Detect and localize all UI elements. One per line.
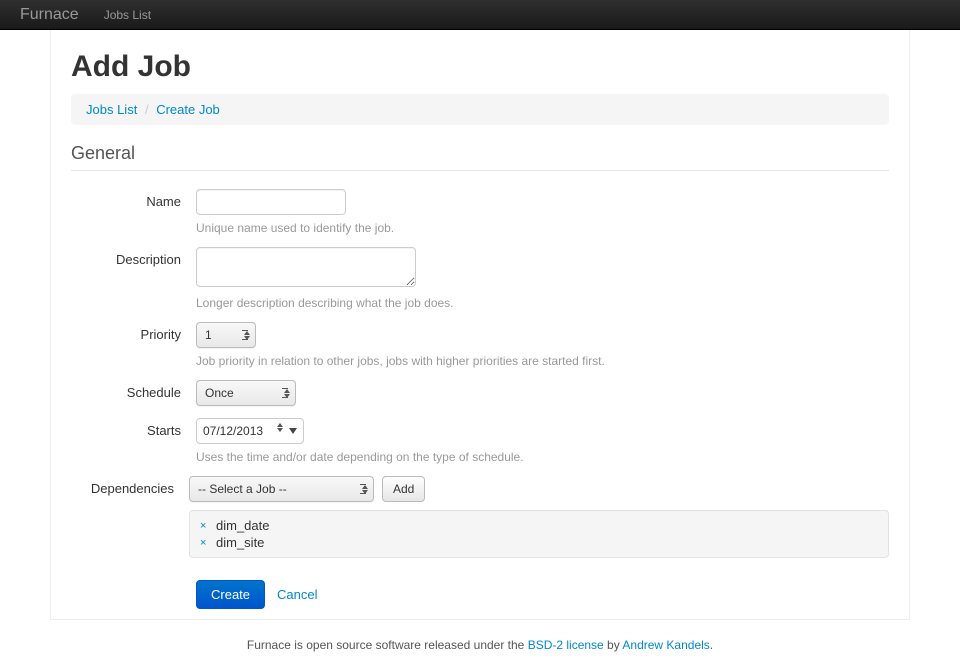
breadcrumb-separator: / [141,102,153,117]
label-starts: Starts [71,418,196,438]
schedule-value: Once [205,386,234,400]
spinner-icon [277,423,283,432]
dropdown-icon [289,428,297,434]
name-input[interactable] [196,189,346,215]
footer-license-link[interactable]: BSD-2 license [528,638,604,652]
label-schedule: Schedule [71,380,196,400]
navbar-brand[interactable]: Furnace [20,6,79,24]
create-button[interactable]: Create [196,580,265,609]
breadcrumb-jobs-list[interactable]: Jobs List [86,102,137,117]
cancel-link[interactable]: Cancel [277,587,317,602]
label-name: Name [71,189,196,209]
select-arrows-icon [362,477,368,501]
starts-value: 07/12/2013 [203,424,263,438]
breadcrumb: Jobs List / Create Job [71,94,889,125]
dependency-name: dim_date [216,518,269,533]
priority-select[interactable]: 1 [196,322,256,348]
footer-text: . [710,638,713,652]
nav-link-jobs-list[interactable]: Jobs List [104,8,151,22]
footer-text: Furnace is open source software released… [247,638,528,652]
dependencies-list: × dim_date × dim_site [189,510,889,558]
footer-author-link[interactable]: Andrew Kandels [622,638,709,652]
help-starts: Uses the time and/or date depending on t… [196,450,889,464]
label-dependencies: Dependencies [71,476,189,496]
form-actions: Create Cancel [196,580,889,609]
footer: Furnace is open source software released… [0,620,960,670]
remove-dependency-icon[interactable]: × [200,537,210,549]
add-dependency-button[interactable]: Add [382,476,425,502]
breadcrumb-create-job[interactable]: Create Job [156,102,220,117]
select-arrows-icon [284,381,290,405]
form-row-priority: Priority 1 Job priority in relation to o… [71,322,889,368]
help-description: Longer description describing what the j… [196,296,889,310]
starts-date-input[interactable]: 07/12/2013 [196,418,304,444]
form-row-dependencies: Dependencies -- Select a Job -- Add × di… [71,476,889,558]
schedule-select[interactable]: Once [196,380,296,406]
footer-text: by [604,638,623,652]
description-input[interactable] [196,247,416,287]
form-row-schedule: Schedule Once [71,380,889,406]
label-priority: Priority [71,322,196,342]
remove-dependency-icon[interactable]: × [200,520,210,532]
help-name: Unique name used to identify the job. [196,221,889,235]
navbar: Furnace Jobs List [0,0,960,30]
dependency-item: × dim_date [200,517,878,534]
help-priority: Job priority in relation to other jobs, … [196,354,889,368]
form-row-starts: Starts 07/12/2013 Uses the time and/or d… [71,418,889,464]
priority-value: 1 [205,328,212,342]
dependency-item: × dim_site [200,534,878,551]
page-title: Add Job [71,50,889,84]
label-description: Description [71,247,196,267]
select-arrows-icon [244,323,250,347]
form-row-name: Name Unique name used to identify the jo… [71,189,889,235]
main-container: Add Job Jobs List / Create Job General N… [50,30,910,620]
dependency-name: dim_site [216,535,264,550]
form-row-description: Description Longer description describin… [71,247,889,310]
section-title-general: General [71,143,889,171]
dependencies-placeholder: -- Select a Job -- [198,482,287,496]
dependencies-select[interactable]: -- Select a Job -- [189,476,374,502]
